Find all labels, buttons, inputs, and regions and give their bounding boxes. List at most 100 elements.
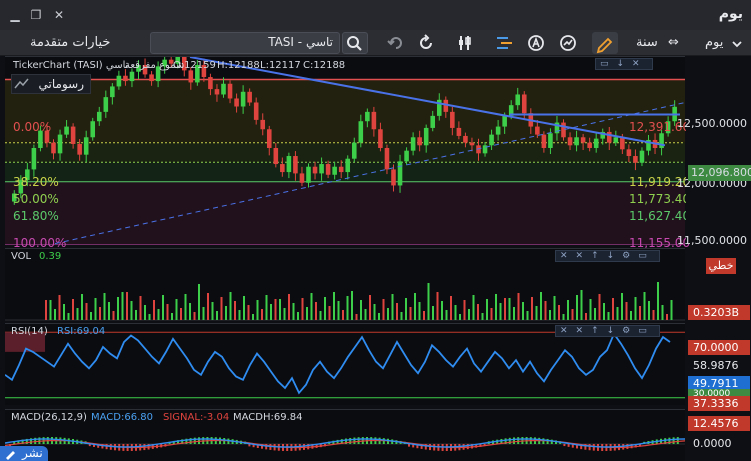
candle-body-17 xyxy=(123,75,128,82)
indicators-icon[interactable] xyxy=(455,33,475,53)
refresh-icon[interactable] xyxy=(416,33,436,53)
volume-bar-11 xyxy=(94,298,97,320)
volume-bar-25 xyxy=(157,309,160,320)
candle-body-75 xyxy=(502,115,507,127)
search-button[interactable] xyxy=(342,32,368,54)
candle-body-9 xyxy=(70,126,76,144)
candle-body-87 xyxy=(580,137,586,143)
volume-bar-5 xyxy=(67,313,70,320)
rsi-last: RSI:69.04 xyxy=(57,326,106,337)
rsi-panel-controls[interactable]: ✕✕↑↓⚙▭ xyxy=(555,325,660,337)
volume-bar-40 xyxy=(225,306,227,320)
chart-mode-badge[interactable]: خطي xyxy=(706,258,736,274)
candle-body-50 xyxy=(338,166,344,173)
macd-value: MACD:66.80 xyxy=(91,412,153,423)
volume-bar-0 xyxy=(45,300,47,320)
volume-bar-106 xyxy=(522,302,524,320)
volume-bar-82 xyxy=(414,293,416,320)
chart-levels-icon[interactable] xyxy=(494,33,516,53)
my-drawings-label: رسوماتي xyxy=(38,77,84,91)
candle-body-88 xyxy=(587,142,592,148)
restore-icon[interactable]: ❐ xyxy=(29,8,43,22)
my-drawings-button[interactable]: رسوماتي xyxy=(11,74,91,94)
edit-icon xyxy=(6,451,15,460)
volume-bar-105 xyxy=(517,293,520,320)
volume-bar-93 xyxy=(463,300,466,320)
candle-body-32 xyxy=(221,83,226,95)
volume-bar-132 xyxy=(639,306,641,320)
advanced-options-button[interactable]: خيارات متقدمة xyxy=(30,33,110,53)
price-chart-panel[interactable]: TickerChart (TASI) تاسي شموع مفرقعة O:12… xyxy=(5,56,690,250)
volume-bar-64 xyxy=(333,292,335,320)
volume-bar-57 xyxy=(301,298,304,320)
volume-bar-77 xyxy=(391,294,394,320)
volume-panel[interactable]: VOL 0.39 ✕✕↑↓⚙▭ xyxy=(5,248,685,321)
volume-bar-52 xyxy=(279,299,281,320)
candle-body-69 xyxy=(463,135,468,143)
price-panel-controls[interactable]: ▭↓✕ xyxy=(595,58,653,70)
candle-body-85 xyxy=(567,137,573,146)
volume-bar-127 xyxy=(616,307,619,320)
draw-tool-button[interactable] xyxy=(592,32,618,54)
candle-body-48 xyxy=(325,164,331,175)
candle-body-21 xyxy=(149,74,154,82)
volume-bar-60 xyxy=(315,302,317,320)
volume-bar-113 xyxy=(553,296,556,320)
volume-bar-104 xyxy=(513,307,515,320)
candle-body-47 xyxy=(319,164,324,174)
minimize-icon[interactable]: ▁ xyxy=(8,8,22,22)
volume-bar-48 xyxy=(261,309,263,320)
volume-bar-116 xyxy=(567,300,569,320)
period-arrows-icon[interactable]: ⇔ xyxy=(668,33,679,53)
volume-panel-controls[interactable]: ✕✕↑↓⚙▭ xyxy=(555,250,660,262)
candle-body-35 xyxy=(240,91,246,107)
volume-bar-42 xyxy=(234,301,236,320)
compare-icon[interactable] xyxy=(558,33,578,53)
volume-bar-32 xyxy=(189,303,191,320)
volume-bar-75 xyxy=(382,299,385,320)
close-icon[interactable]: ✕ xyxy=(52,8,66,22)
volume-bar-123 xyxy=(598,294,601,320)
fib-value-50: 11,773.40 xyxy=(629,192,691,206)
candle-body-96 xyxy=(639,150,645,163)
candle-body-40 xyxy=(273,147,279,165)
volume-bar-7 xyxy=(76,308,79,320)
candle-body-62 xyxy=(417,137,422,146)
annotation-icon[interactable] xyxy=(526,33,546,53)
volume-bar-120 xyxy=(585,313,587,320)
volume-bar-59 xyxy=(310,293,313,320)
search-value: TASI - تاسي xyxy=(268,35,333,49)
price-axis[interactable]: 12,500.0000 12,000.0000 11,500.0000 xyxy=(677,56,751,247)
volume-bar-84 xyxy=(423,311,425,320)
volume-bar-38 xyxy=(216,311,218,320)
volume-bar-8 xyxy=(81,294,83,320)
volume-bar-83 xyxy=(418,302,421,320)
candle-body-18 xyxy=(129,71,135,82)
macd-panel[interactable]: MACD(26,12,9) MACD:66.80 SIGNAL:-3.04 MA… xyxy=(5,409,685,461)
macd-histogram-132 xyxy=(563,444,566,447)
period-day-button[interactable]: يوم xyxy=(705,33,723,53)
volume-bar-17 xyxy=(121,292,124,320)
volume-bar-61 xyxy=(319,311,322,320)
undo-icon[interactable] xyxy=(386,33,406,53)
period-year-button[interactable]: سنة xyxy=(636,33,658,53)
candle-body-54 xyxy=(365,111,370,122)
volume-bar-129 xyxy=(625,302,628,320)
candle-body-73 xyxy=(489,134,494,146)
volume-bar-21 xyxy=(139,296,142,320)
volume-bar-53 xyxy=(283,308,286,320)
volume-bar-74 xyxy=(378,313,380,320)
macd-axis-value-2: 0.0000 xyxy=(688,436,750,451)
volume-bar-31 xyxy=(184,294,187,320)
volume-bar-97 xyxy=(481,313,484,320)
volume-bar-108 xyxy=(531,297,533,320)
publish-button[interactable]: نشر xyxy=(0,446,48,461)
volume-bar-4 xyxy=(63,304,65,320)
chevron-down-icon[interactable] xyxy=(730,37,744,51)
volume-bar-58 xyxy=(306,307,308,320)
symbol-search-input[interactable]: TASI - تاسي xyxy=(150,32,340,54)
candle-body-91 xyxy=(606,131,612,143)
volume-bar-65 xyxy=(337,301,340,320)
rsi-panel[interactable]: RSI(14) RSI:69.04 ✕✕↑↓⚙▭ xyxy=(5,323,685,405)
price-chart[interactable] xyxy=(5,57,685,245)
